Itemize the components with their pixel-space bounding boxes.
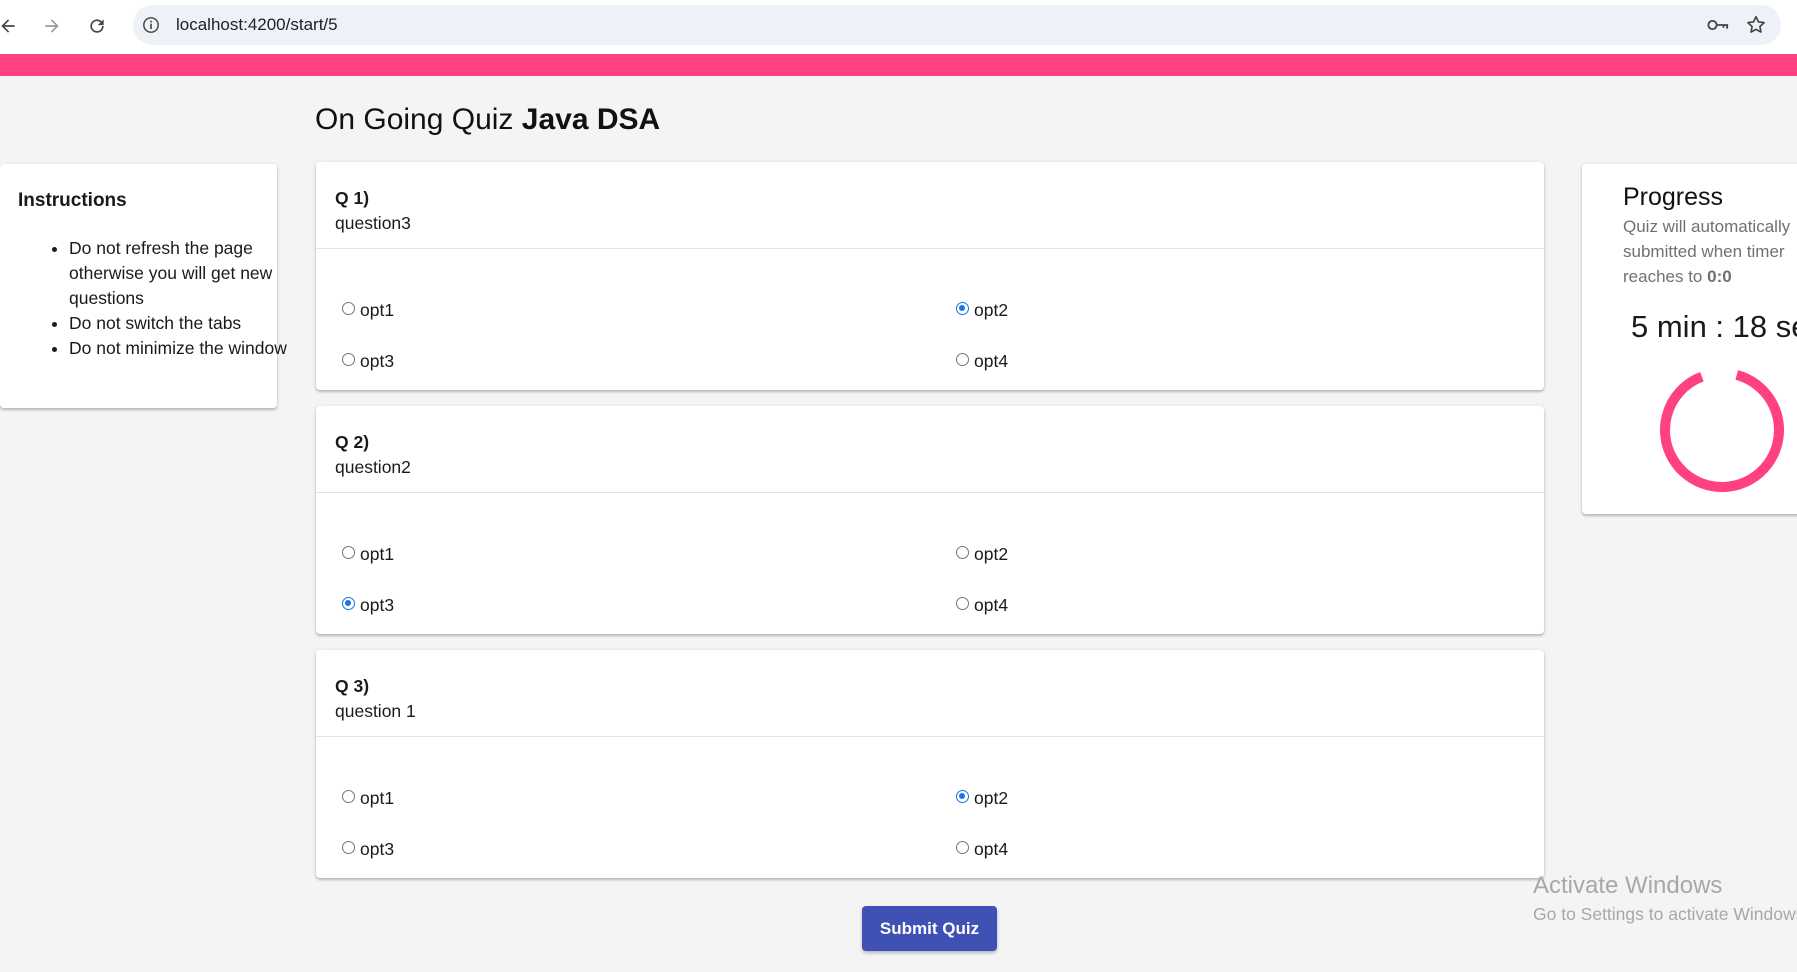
radio-button[interactable] bbox=[342, 302, 355, 315]
question-card-1: Q 1) question3 opt1 opt2 opt3 opt4 bbox=[316, 162, 1544, 390]
option-label: opt1 bbox=[360, 544, 395, 564]
question-number: Q 3) bbox=[335, 676, 370, 696]
back-arrow-icon[interactable] bbox=[0, 12, 22, 40]
bookmark-star-icon[interactable] bbox=[1745, 14, 1767, 36]
radio-button[interactable] bbox=[956, 841, 969, 854]
password-key-icon[interactable] bbox=[1707, 15, 1729, 35]
option-label: opt3 bbox=[360, 839, 395, 859]
progress-note-line: Quiz will automatically bbox=[1623, 217, 1791, 236]
radio-button[interactable] bbox=[342, 790, 355, 803]
progress-note-text: reaches to bbox=[1623, 267, 1703, 286]
submit-quiz-button[interactable]: Submit Quiz bbox=[862, 906, 997, 951]
watermark-title: Activate Windows bbox=[1533, 872, 1723, 899]
question-card-2: Q 2) question2 opt1 opt2 opt3 opt4 bbox=[316, 406, 1544, 634]
address-bar[interactable]: localhost:4200/start/5 bbox=[133, 5, 1781, 45]
radio-button[interactable] bbox=[956, 353, 969, 366]
instruction-item: Do not refresh the page otherwise you wi… bbox=[69, 236, 309, 311]
question-text: question 1 bbox=[335, 701, 416, 721]
radio-button[interactable] bbox=[956, 597, 969, 610]
forward-arrow-icon[interactable] bbox=[38, 12, 66, 40]
page-title: On Going Quiz Java DSA bbox=[315, 103, 660, 137]
site-info-icon[interactable] bbox=[141, 15, 161, 35]
timer-display: 5 min : 18 sec bbox=[1631, 309, 1797, 344]
windows-activation-watermark: Activate Windows Go to Settings to activ… bbox=[1533, 872, 1797, 925]
question-card-3: Q 3) question 1 opt1 opt2 opt3 opt4 bbox=[316, 650, 1544, 878]
question-header: Q 3) question 1 bbox=[316, 650, 1544, 737]
instructions-list: Do not refresh the page otherwise you wi… bbox=[22, 236, 309, 361]
radio-button[interactable] bbox=[342, 546, 355, 559]
option-opt2[interactable]: opt2 bbox=[956, 788, 1008, 809]
progress-note-value: 0:0 bbox=[1707, 267, 1732, 286]
option-label: opt1 bbox=[360, 300, 395, 320]
radio-button[interactable] bbox=[956, 546, 969, 559]
option-opt3[interactable]: opt3 bbox=[342, 351, 394, 372]
progress-note-line: submitted when timer bbox=[1623, 242, 1785, 261]
question-number: Q 2) bbox=[335, 432, 370, 452]
question-header: Q 2) question2 bbox=[316, 406, 1544, 493]
app-toolbar bbox=[0, 54, 1797, 76]
reload-icon[interactable] bbox=[83, 12, 111, 40]
option-label: opt4 bbox=[974, 595, 1009, 615]
option-opt4[interactable]: opt4 bbox=[956, 351, 1008, 372]
radio-button[interactable] bbox=[342, 353, 355, 366]
progress-note-line: reaches to 0:0 bbox=[1623, 264, 1797, 289]
option-label: opt3 bbox=[360, 595, 395, 615]
question-text: question2 bbox=[335, 457, 411, 477]
watermark-subtitle: Go to Settings to activate Windows. bbox=[1533, 904, 1797, 924]
url-text[interactable]: localhost:4200/start/5 bbox=[176, 15, 338, 35]
option-opt1[interactable]: opt1 bbox=[342, 300, 394, 321]
option-label: opt3 bbox=[360, 351, 395, 371]
progress-title: Progress bbox=[1623, 183, 1724, 211]
page-title-prefix: On Going Quiz bbox=[315, 103, 514, 136]
option-label: opt2 bbox=[974, 788, 1009, 808]
question-header: Q 1) question3 bbox=[316, 162, 1544, 249]
progress-note: Quiz will automatically submitted when t… bbox=[1623, 214, 1797, 289]
browser-toolbar: localhost:4200/start/5 bbox=[0, 0, 1797, 54]
option-label: opt2 bbox=[974, 300, 1009, 320]
option-label: opt2 bbox=[974, 544, 1009, 564]
option-opt1[interactable]: opt1 bbox=[342, 788, 394, 809]
progress-card: Progress Quiz will automatically submitt… bbox=[1582, 164, 1797, 514]
option-opt4[interactable]: opt4 bbox=[956, 595, 1008, 616]
option-opt4[interactable]: opt4 bbox=[956, 839, 1008, 860]
instructions-card: Instructions Do not refresh the page oth… bbox=[0, 164, 287, 408]
radio-button[interactable] bbox=[342, 597, 355, 610]
option-opt3[interactable]: opt3 bbox=[342, 839, 394, 860]
option-opt3[interactable]: opt3 bbox=[342, 595, 394, 616]
progress-ring-arc bbox=[1660, 368, 1784, 492]
instructions-title: Instructions bbox=[18, 190, 127, 211]
option-label: opt4 bbox=[974, 839, 1009, 859]
option-opt2[interactable]: opt2 bbox=[956, 544, 1008, 565]
radio-button[interactable] bbox=[342, 841, 355, 854]
question-number: Q 1) bbox=[335, 188, 370, 208]
radio-button[interactable] bbox=[956, 790, 969, 803]
quiz-name: Java DSA bbox=[521, 103, 661, 136]
option-opt2[interactable]: opt2 bbox=[956, 300, 1008, 321]
option-label: opt4 bbox=[974, 351, 1009, 371]
radio-button[interactable] bbox=[956, 302, 969, 315]
option-label: opt1 bbox=[360, 788, 395, 808]
question-text: question3 bbox=[335, 213, 411, 233]
instruction-item: Do not minimize the window bbox=[69, 336, 309, 361]
option-opt1[interactable]: opt1 bbox=[342, 544, 394, 565]
progress-spinner bbox=[1660, 368, 1784, 492]
instruction-item: Do not switch the tabs bbox=[69, 311, 309, 336]
